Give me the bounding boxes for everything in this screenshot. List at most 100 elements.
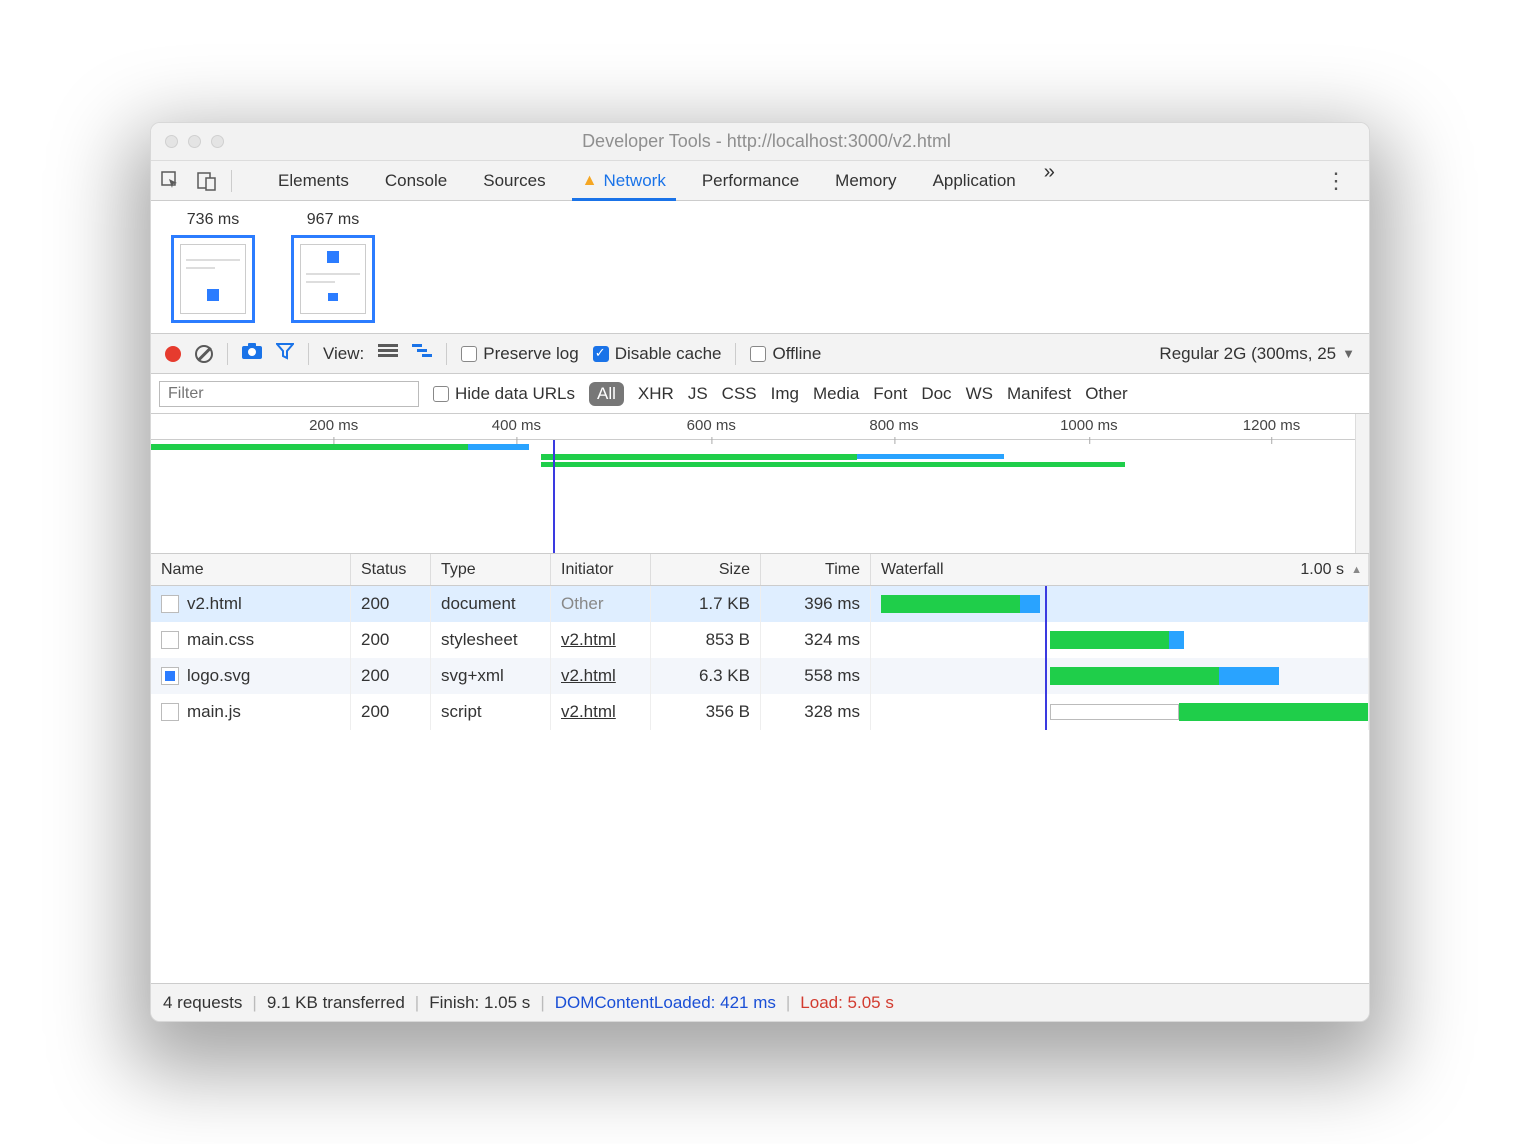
waterfall-cell [871,694,1369,730]
sort-asc-icon: ▲ [1351,564,1362,576]
filter-type-font[interactable]: Font [873,384,907,404]
table-row[interactable]: v2.html 200 document Other 1.7 KB 396 ms [151,586,1369,622]
preserve-log-checkbox[interactable]: Preserve log [461,344,578,364]
tick: 400 ms [492,417,541,434]
separator [308,343,309,365]
overview-scrollbar[interactable] [1355,414,1369,553]
overview-ruler: 200 ms 400 ms 600 ms 800 ms 1000 ms 1200… [151,414,1369,440]
request-name: logo.svg [187,666,250,686]
col-initiator[interactable]: Initiator [551,554,651,585]
titlebar: Developer Tools - http://localhost:3000/… [151,123,1369,161]
disable-cache-checkbox[interactable]: Disable cache [593,344,722,364]
inspect-element-icon[interactable] [159,169,183,193]
table-header: Name Status Type Initiator Size Time Wat… [151,554,1369,586]
checkbox-icon [433,386,449,402]
maximize-window-button[interactable] [211,135,224,148]
tick: 200 ms [309,417,358,434]
devtools-window: Developer Tools - http://localhost:3000/… [150,122,1370,1022]
tab-performance[interactable]: Performance [684,161,817,200]
hide-data-urls-label: Hide data URLs [455,384,575,404]
filmstrip: 736 ms 967 ms [151,201,1369,334]
tick: 1000 ms [1060,417,1118,434]
svg-file-icon [161,667,179,685]
filter-type-media[interactable]: Media [813,384,859,404]
separator [231,170,232,192]
panel-tabs: Elements Console Sources ▲ Network Perfo… [260,161,1065,200]
devtools-menu-button[interactable]: ⋮ [1311,168,1361,194]
tab-application[interactable]: Application [915,161,1034,200]
clear-button[interactable] [195,345,213,363]
minimize-window-button[interactable] [188,135,201,148]
throttling-select[interactable]: Regular 2G (300ms, 25 ▼ [1159,344,1355,364]
filter-toggle-icon[interactable] [276,342,294,365]
file-icon [161,631,179,649]
sb-finish: Finish: 1.05 s [429,993,530,1013]
table-row[interactable]: main.css 200 stylesheet v2.html 853 B 32… [151,622,1369,658]
filter-type-manifest[interactable]: Manifest [1007,384,1071,404]
requests-table: Name Status Type Initiator Size Time Wat… [151,554,1369,983]
request-time: 558 ms [761,658,871,694]
filter-type-css[interactable]: CSS [722,384,757,404]
filter-type-other[interactable]: Other [1085,384,1128,404]
col-type[interactable]: Type [431,554,551,585]
view-large-rows-icon[interactable] [378,343,398,364]
offline-label: Offline [772,344,821,364]
filmstrip-frame-label: 967 ms [307,211,359,229]
file-icon [161,703,179,721]
record-button[interactable] [165,346,181,362]
window-controls [151,135,224,148]
table-row[interactable]: main.js 200 script v2.html 356 B 328 ms [151,694,1369,730]
tab-elements[interactable]: Elements [260,161,367,200]
filmstrip-frame-0[interactable]: 736 ms [171,211,255,323]
filter-type-all[interactable]: All [589,382,624,406]
tab-memory[interactable]: Memory [817,161,914,200]
sb-load: Load: 5.05 s [800,993,894,1013]
filter-input[interactable] [159,381,419,407]
request-initiator-link[interactable]: v2.html [561,702,616,722]
col-time[interactable]: Time [761,554,871,585]
hide-data-urls-checkbox[interactable]: Hide data URLs [433,384,575,404]
preserve-log-label: Preserve log [483,344,578,364]
col-waterfall-label: Waterfall [881,561,944,579]
tab-network[interactable]: ▲ Network [564,161,684,200]
capture-screenshots-icon[interactable] [242,343,262,364]
devtools-tabbar: Elements Console Sources ▲ Network Perfo… [151,161,1369,201]
filmstrip-frame-1[interactable]: 967 ms [291,211,375,323]
request-status: 200 [351,658,431,694]
filter-type-doc[interactable]: Doc [921,384,951,404]
request-name: main.css [187,630,254,650]
col-status[interactable]: Status [351,554,431,585]
warning-icon: ▲ [582,172,598,190]
request-status: 200 [351,694,431,730]
device-toggle-icon[interactable] [195,169,219,193]
col-size[interactable]: Size [651,554,761,585]
col-waterfall[interactable]: Waterfall 1.00 s ▲ [871,554,1369,585]
sb-transferred: 9.1 KB transferred [267,993,405,1013]
tab-sources[interactable]: Sources [465,161,563,200]
request-initiator-link[interactable]: v2.html [561,666,616,686]
checkbox-icon [750,346,766,362]
request-type: document [431,586,551,622]
network-toolbar: View: Preserve log Disable cache Offline… [151,334,1369,374]
view-waterfall-icon[interactable] [412,343,432,364]
filter-type-ws[interactable]: WS [966,384,993,404]
more-tabs-button[interactable]: » [1034,161,1065,200]
offline-checkbox[interactable]: Offline [750,344,821,364]
dcl-marker [553,440,555,553]
view-label: View: [323,344,364,364]
request-time: 328 ms [761,694,871,730]
table-row[interactable]: logo.svg 200 svg+xml v2.html 6.3 KB 558 … [151,658,1369,694]
close-window-button[interactable] [165,135,178,148]
checkbox-icon [461,346,477,362]
request-initiator-link[interactable]: v2.html [561,630,616,650]
sb-dcl: DOMContentLoaded: 421 ms [555,993,776,1013]
filter-type-xhr[interactable]: XHR [638,384,674,404]
filter-type-js[interactable]: JS [688,384,708,404]
table-body: v2.html 200 document Other 1.7 KB 396 ms… [151,586,1369,983]
request-type: stylesheet [431,622,551,658]
tab-console[interactable]: Console [367,161,465,200]
window-title: Developer Tools - http://localhost:3000/… [224,131,1309,152]
timeline-overview[interactable]: 200 ms 400 ms 600 ms 800 ms 1000 ms 1200… [151,414,1369,554]
filter-type-img[interactable]: Img [771,384,799,404]
col-name[interactable]: Name [151,554,351,585]
